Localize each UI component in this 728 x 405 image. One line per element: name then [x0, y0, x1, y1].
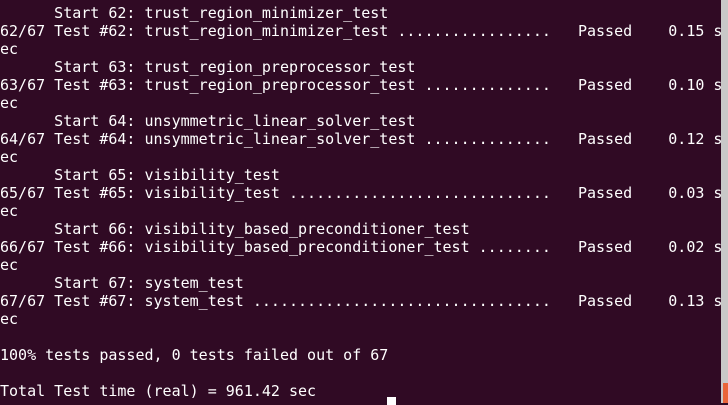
terminal-cursor [387, 397, 396, 405]
terminal-line: Start 67: system_test [0, 274, 244, 292]
terminal-line: ec [0, 94, 19, 112]
terminal-line: ec [0, 310, 19, 328]
terminal-line: Start 63: trust_region_preprocessor_test [0, 58, 416, 76]
terminal-line: Total Test time (real) = 961.42 sec [0, 382, 317, 400]
terminal-line: 62/67 Test #62: trust_region_minimizer_t… [0, 22, 723, 40]
terminal-line: Start 66: visibility_based_preconditione… [0, 220, 470, 238]
terminal-line: 66/67 Test #66: visibility_based_precond… [0, 238, 723, 256]
scrollbar-thumb[interactable] [723, 383, 728, 403]
terminal-line: 64/67 Test #64: unsymmetric_linear_solve… [0, 130, 723, 148]
terminal-line: ec [0, 40, 19, 58]
terminal-line: 63/67 Test #63: trust_region_preprocesso… [0, 76, 723, 94]
terminal-line: Start 62: trust_region_minimizer_test [0, 4, 389, 22]
terminal-line: Start 65: visibility_test [0, 166, 280, 184]
terminal-line: ec [0, 256, 19, 274]
terminal-line: 100% tests passed, 0 tests failed out of… [0, 346, 389, 364]
terminal-line: 65/67 Test #65: visibility_test ........… [0, 184, 723, 202]
terminal-output: Start 62: trust_region_minimizer_test 62/… [0, 4, 723, 400]
terminal-line: Start 64: unsymmetric_linear_solver_test [0, 112, 416, 130]
terminal-line: 67/67 Test #67: system_test ............… [0, 292, 723, 310]
terminal-line: ec [0, 148, 19, 166]
scrollbar[interactable] [721, 0, 728, 403]
terminal-line: ec [0, 202, 19, 220]
